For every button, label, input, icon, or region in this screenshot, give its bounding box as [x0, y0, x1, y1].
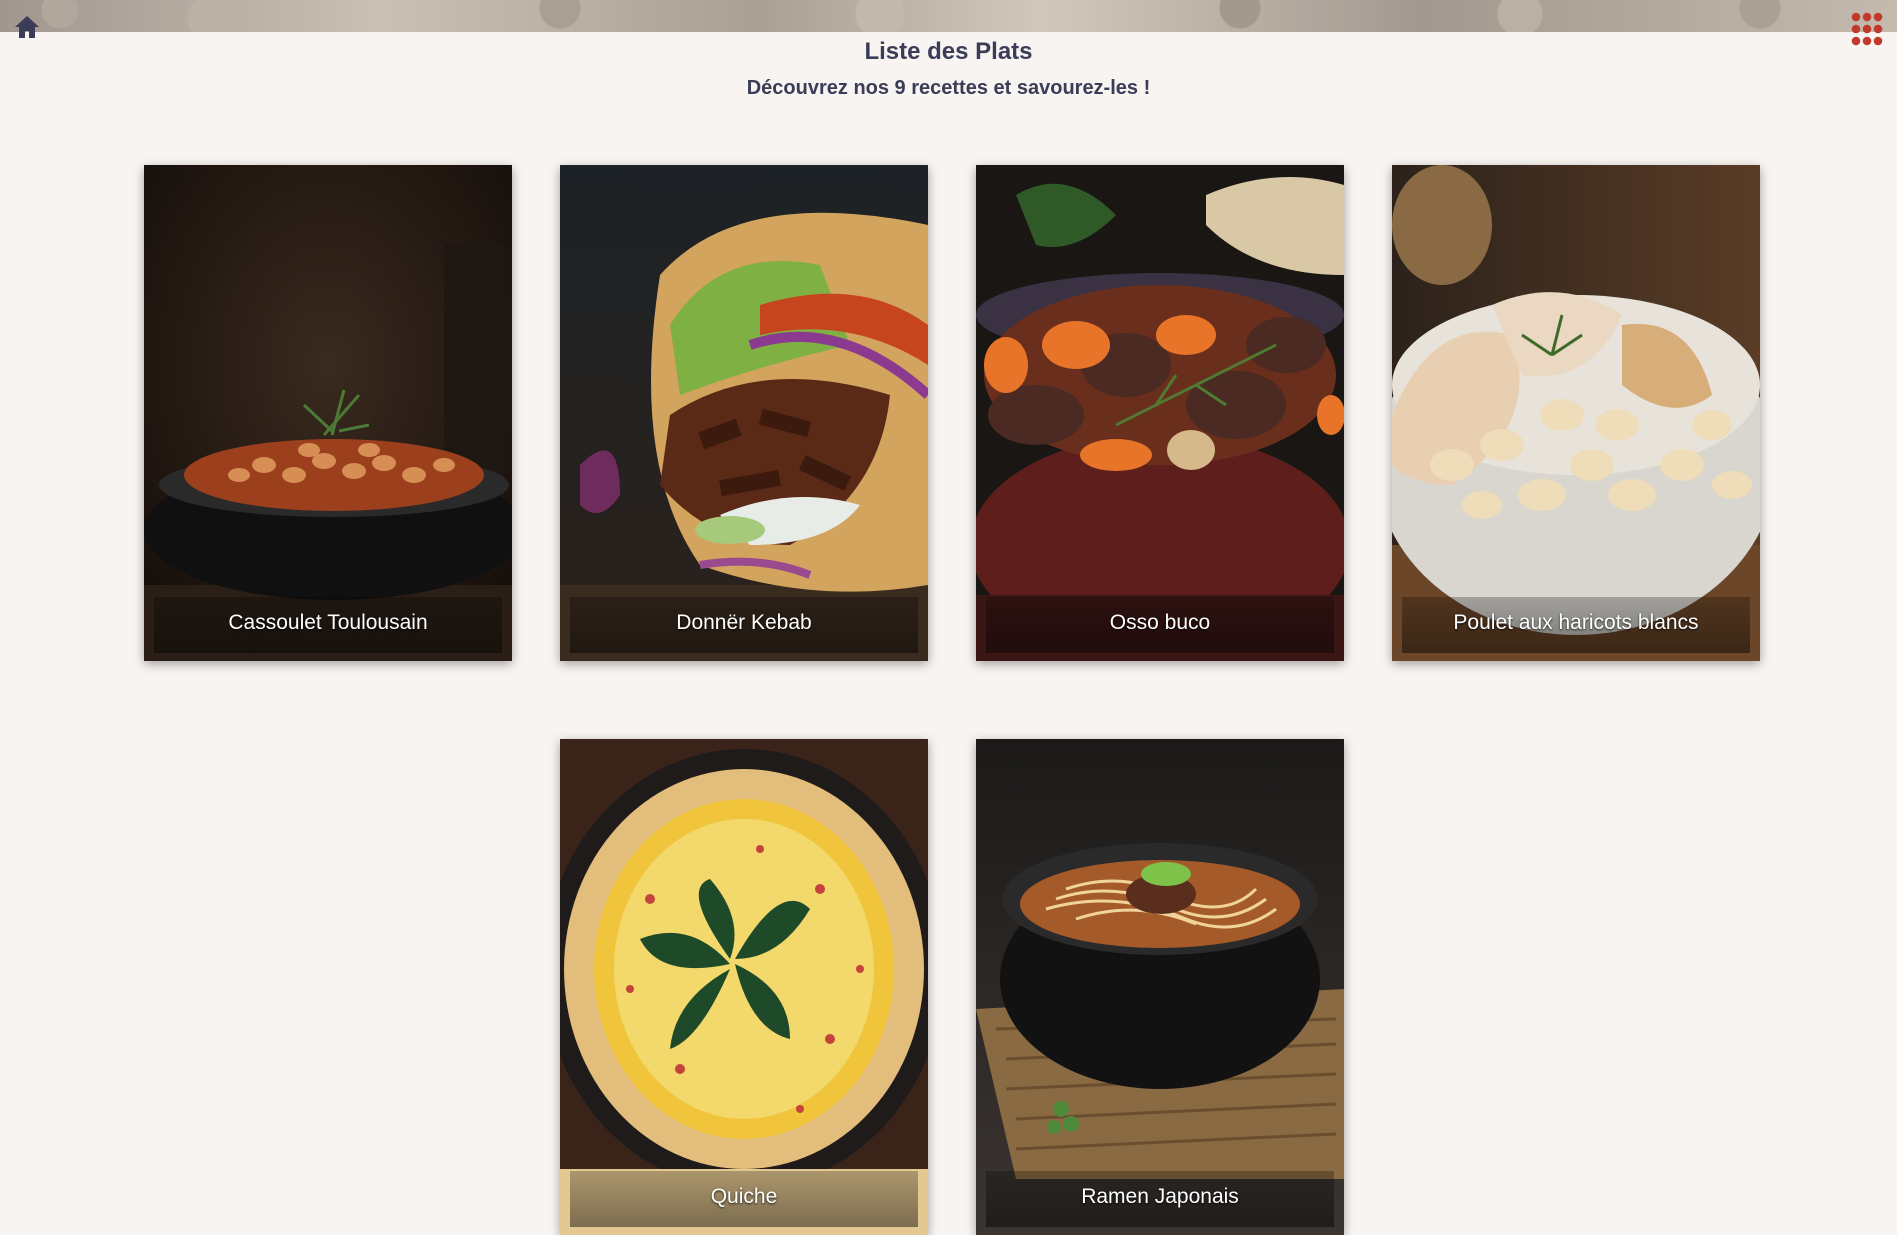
page-subtitle: Découvrez nos 9 recettes et savourez-les… — [746, 77, 1151, 99]
recipe-photo — [144, 165, 512, 661]
recipe-name: Poulet aux haricots blancs — [1453, 611, 1699, 634]
recipe-card-cassoulet[interactable]: Cassoulet Toulousain — [144, 165, 512, 661]
recipe-photo — [560, 165, 928, 661]
recipe-card-poulet-haricots[interactable]: Poulet aux haricots blancs — [1392, 165, 1760, 661]
recipe-card-quiche[interactable]: Quiche — [560, 739, 928, 1235]
recipe-name: Cassoulet Toulousain — [228, 611, 428, 634]
page-title: Liste des Plats — [864, 38, 1033, 65]
recipe-photo — [1392, 165, 1760, 661]
recipe-name: Ramen Japonais — [1081, 1185, 1239, 1208]
recipe-name: Osso buco — [1109, 611, 1211, 634]
recipe-name: Donnër Kebab — [676, 611, 812, 634]
header-banner — [0, 0, 1897, 32]
recipe-photo — [976, 739, 1344, 1235]
home-icon — [15, 16, 39, 38]
recipe-photo — [560, 739, 928, 1235]
recipe-card-ramen[interactable]: Ramen Japonais — [976, 739, 1344, 1235]
recipe-card-osso-buco[interactable]: Osso buco — [976, 165, 1344, 661]
recipe-card-kebab[interactable]: Donnër Kebab — [560, 165, 928, 661]
recipe-name: Quiche — [710, 1185, 778, 1208]
recipe-photo — [976, 165, 1344, 661]
